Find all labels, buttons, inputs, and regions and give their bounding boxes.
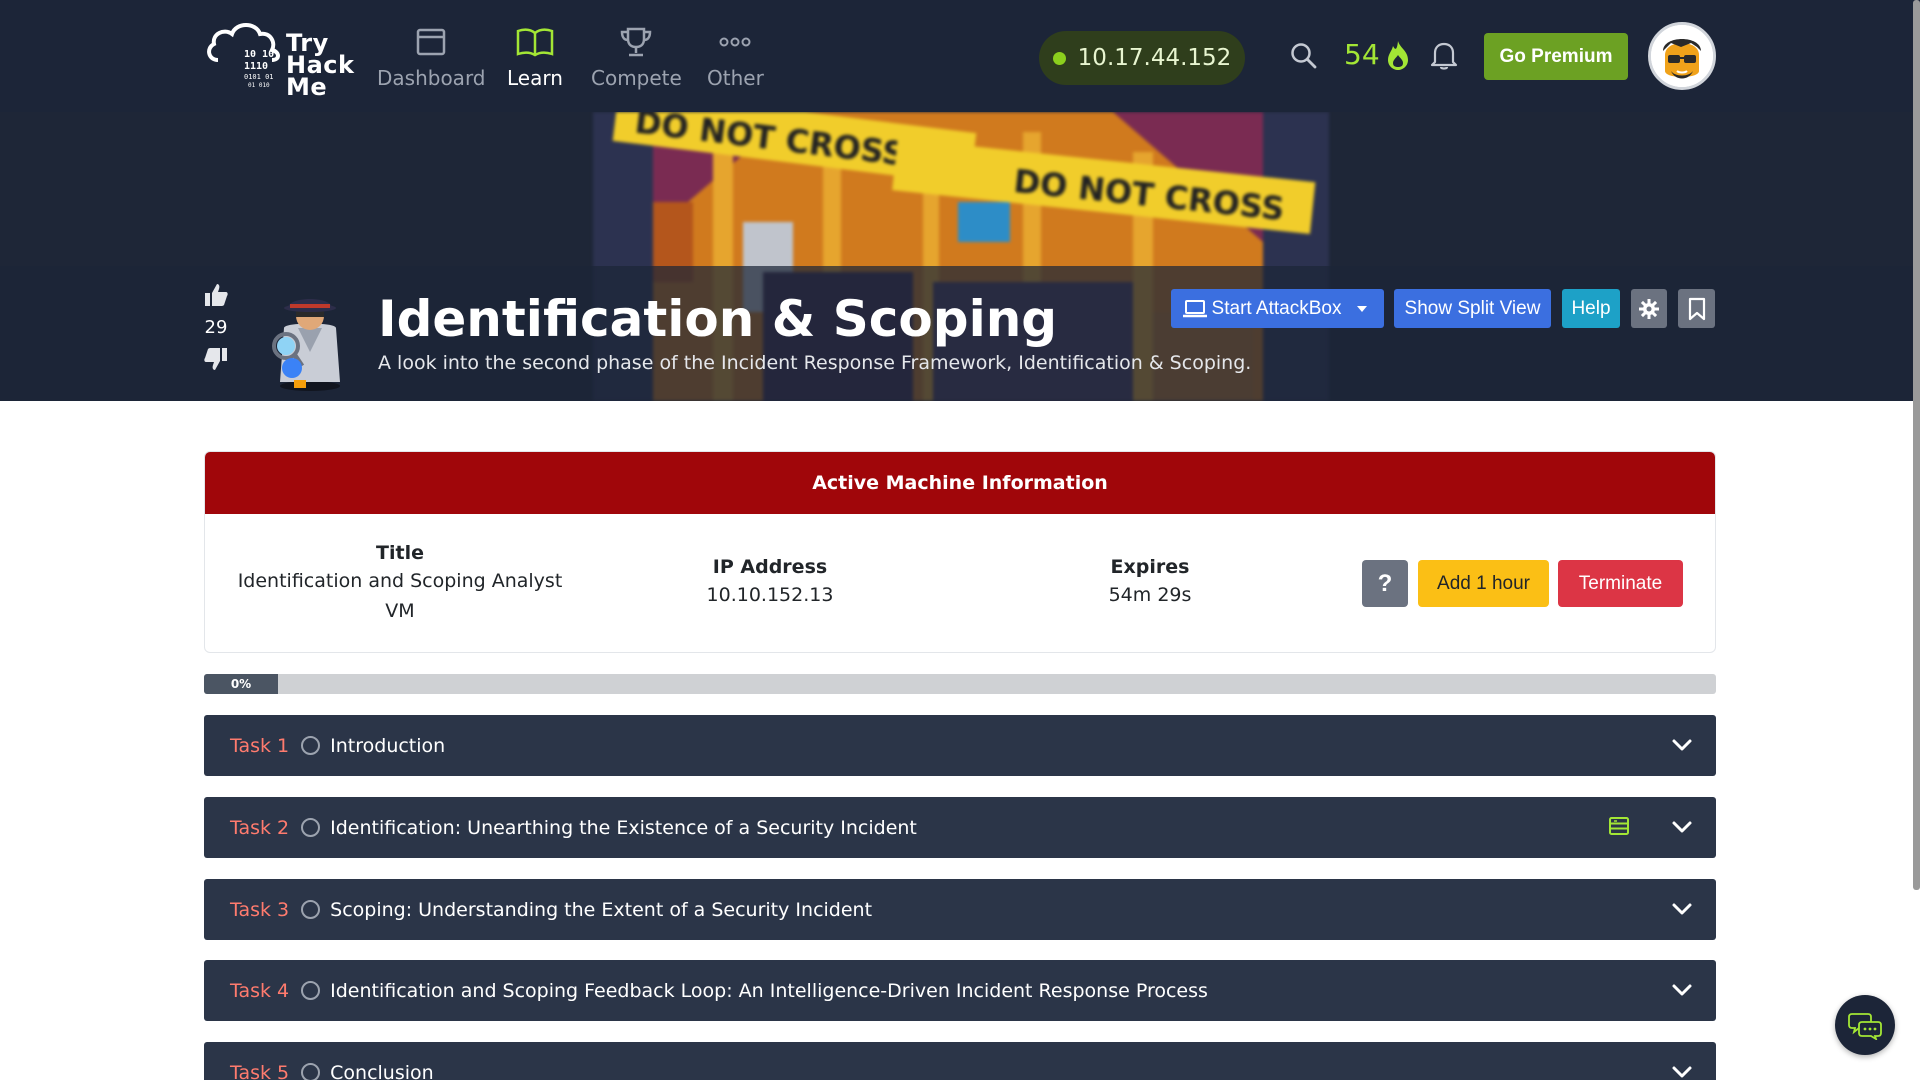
terminate-button[interactable]: Terminate	[1558, 560, 1683, 607]
task-files-icon[interactable]	[1608, 815, 1630, 837]
search-icon[interactable]	[1290, 42, 1318, 74]
room-settings-button[interactable]	[1631, 289, 1667, 328]
task-header[interactable]: Task 1 Introduction	[204, 715, 1716, 776]
laptop-icon	[1182, 299, 1207, 317]
room-progress-bar: 0%	[204, 674, 1716, 694]
task-number: Task 5	[230, 1061, 290, 1080]
nav-learn-label: Learn	[507, 66, 563, 90]
top-navbar: 10 10 1110 0101 01 01 010 Try Hack Me Da…	[0, 0, 1920, 112]
caret-down-icon[interactable]	[1351, 303, 1373, 315]
chevron-down-icon[interactable]	[1670, 895, 1694, 923]
bell-icon[interactable]	[1430, 40, 1458, 74]
task-header[interactable]: Task 4 Identification and Scoping Feedba…	[204, 960, 1716, 1021]
task-number: Task 3	[230, 898, 290, 921]
machine-ip-column: IP Address 10.10.152.13	[655, 556, 885, 610]
dashboard-icon	[377, 24, 486, 60]
nav-compete-label: Compete	[591, 66, 682, 90]
thumbs-up-icon[interactable]	[202, 282, 230, 313]
task-header[interactable]: Task 5 Conclusion	[204, 1042, 1716, 1080]
status-dot	[1052, 51, 1066, 65]
machine-info-button[interactable]: ?	[1362, 560, 1408, 607]
nav-dashboard-label: Dashboard	[377, 66, 486, 90]
help-button[interactable]: Help	[1562, 289, 1620, 328]
task-title: Identification and Scoping Feedback Loop…	[330, 979, 1208, 1002]
machine-expires-label: Expires	[1110, 556, 1190, 578]
nav-learn[interactable]: Learn	[507, 24, 563, 90]
task-title: Conclusion	[330, 1061, 434, 1080]
svg-text:1110: 1110	[244, 61, 268, 72]
vote-count: 29	[204, 317, 228, 338]
vpn-ip: 10.17.44.152	[1077, 45, 1232, 71]
page-subtitle: A look into the second phase of the Inci…	[378, 352, 1252, 374]
task-number: Task 2	[230, 816, 290, 839]
logo-text: Try Hack Me	[286, 31, 354, 101]
start-attackbox-label: Start AttackBox	[1211, 297, 1342, 319]
svg-text:10 10: 10 10	[244, 49, 274, 60]
tryhackme-logo[interactable]: 10 10 1110 0101 01 01 010 Try Hack Me	[204, 14, 354, 101]
task-status-circle-icon	[301, 736, 321, 755]
task-header[interactable]: Task 3 Scoping: Understanding the Extent…	[204, 879, 1716, 940]
nav-compete[interactable]: Compete	[591, 24, 682, 90]
chevron-down-icon[interactable]	[1670, 1058, 1694, 1080]
task-title: Scoping: Understanding the Extent of a S…	[330, 898, 873, 921]
active-machine-card: Active Machine Information Title Identif…	[204, 451, 1716, 653]
streak-counter[interactable]: 54	[1344, 38, 1412, 71]
machine-expires-value: 54m 29s	[1108, 584, 1192, 606]
avatar[interactable]	[1648, 22, 1716, 90]
flame-icon	[1387, 40, 1408, 70]
room-detective-icon	[258, 282, 354, 394]
page-scrollbar[interactable]	[1913, 0, 1920, 890]
add-hour-button[interactable]: Add 1 hour	[1418, 560, 1549, 607]
dots-icon	[707, 24, 764, 60]
chevron-down-icon[interactable]	[1670, 731, 1694, 759]
streak-count: 54	[1344, 38, 1380, 71]
machine-title-value: Identification and Scoping Analyst VM	[237, 570, 563, 622]
thumbs-down-icon[interactable]	[202, 346, 230, 377]
trophy-icon	[591, 24, 682, 60]
start-attackbox-button[interactable]: Start AttackBox	[1171, 289, 1384, 328]
task-title: Identification: Unearthing the Existence…	[330, 816, 917, 839]
machine-ip-label: IP Address	[712, 556, 828, 578]
nav-dashboard[interactable]: Dashboard	[377, 24, 486, 90]
gear-icon	[1639, 298, 1659, 319]
task-title: Introduction	[330, 734, 446, 757]
cloud-icon: 10 10 1110 0101 01 01 010	[207, 23, 280, 89]
machine-title-column: Title Identification and Scoping Analyst…	[235, 542, 565, 626]
chat-bubbles-icon	[1848, 1013, 1882, 1040]
machine-expires-column: Expires 54m 29s	[1050, 556, 1250, 610]
svg-text:0101 01: 0101 01	[244, 73, 274, 81]
machine-ip-value: 10.10.152.13	[706, 584, 834, 606]
nav-other-label: Other	[707, 66, 764, 90]
progress-fill: 0%	[204, 674, 278, 694]
task-status-circle-icon	[301, 900, 321, 919]
bookmark-icon	[1688, 297, 1705, 320]
chevron-down-icon[interactable]	[1670, 813, 1694, 841]
active-machine-header: Active Machine Information	[205, 452, 1715, 514]
task-status-circle-icon	[301, 818, 321, 837]
task-header[interactable]: Task 2 Identification: Unearthing the Ex…	[204, 797, 1716, 858]
bookmark-button[interactable]	[1678, 289, 1715, 328]
book-icon	[507, 24, 563, 60]
task-status-circle-icon	[301, 981, 321, 1000]
machine-title-label: Title	[376, 542, 424, 564]
logo-word: Me	[286, 73, 328, 101]
go-premium-button[interactable]: Go Premium	[1484, 33, 1628, 80]
chevron-down-icon[interactable]	[1670, 976, 1694, 1004]
chat-support-button[interactable]	[1835, 995, 1895, 1055]
page-title: Identification & Scoping	[378, 290, 1058, 348]
vote-widget: 29	[202, 282, 230, 377]
svg-text:01 010: 01 010	[248, 82, 270, 89]
vpn-ip-pill[interactable]: 10.17.44.152	[1039, 31, 1245, 85]
nav-other[interactable]: Other	[707, 24, 764, 90]
task-number: Task 4	[230, 979, 290, 1002]
task-status-circle-icon	[301, 1063, 321, 1080]
task-number: Task 1	[230, 734, 290, 757]
show-split-view-button[interactable]: Show Split View	[1394, 289, 1551, 328]
